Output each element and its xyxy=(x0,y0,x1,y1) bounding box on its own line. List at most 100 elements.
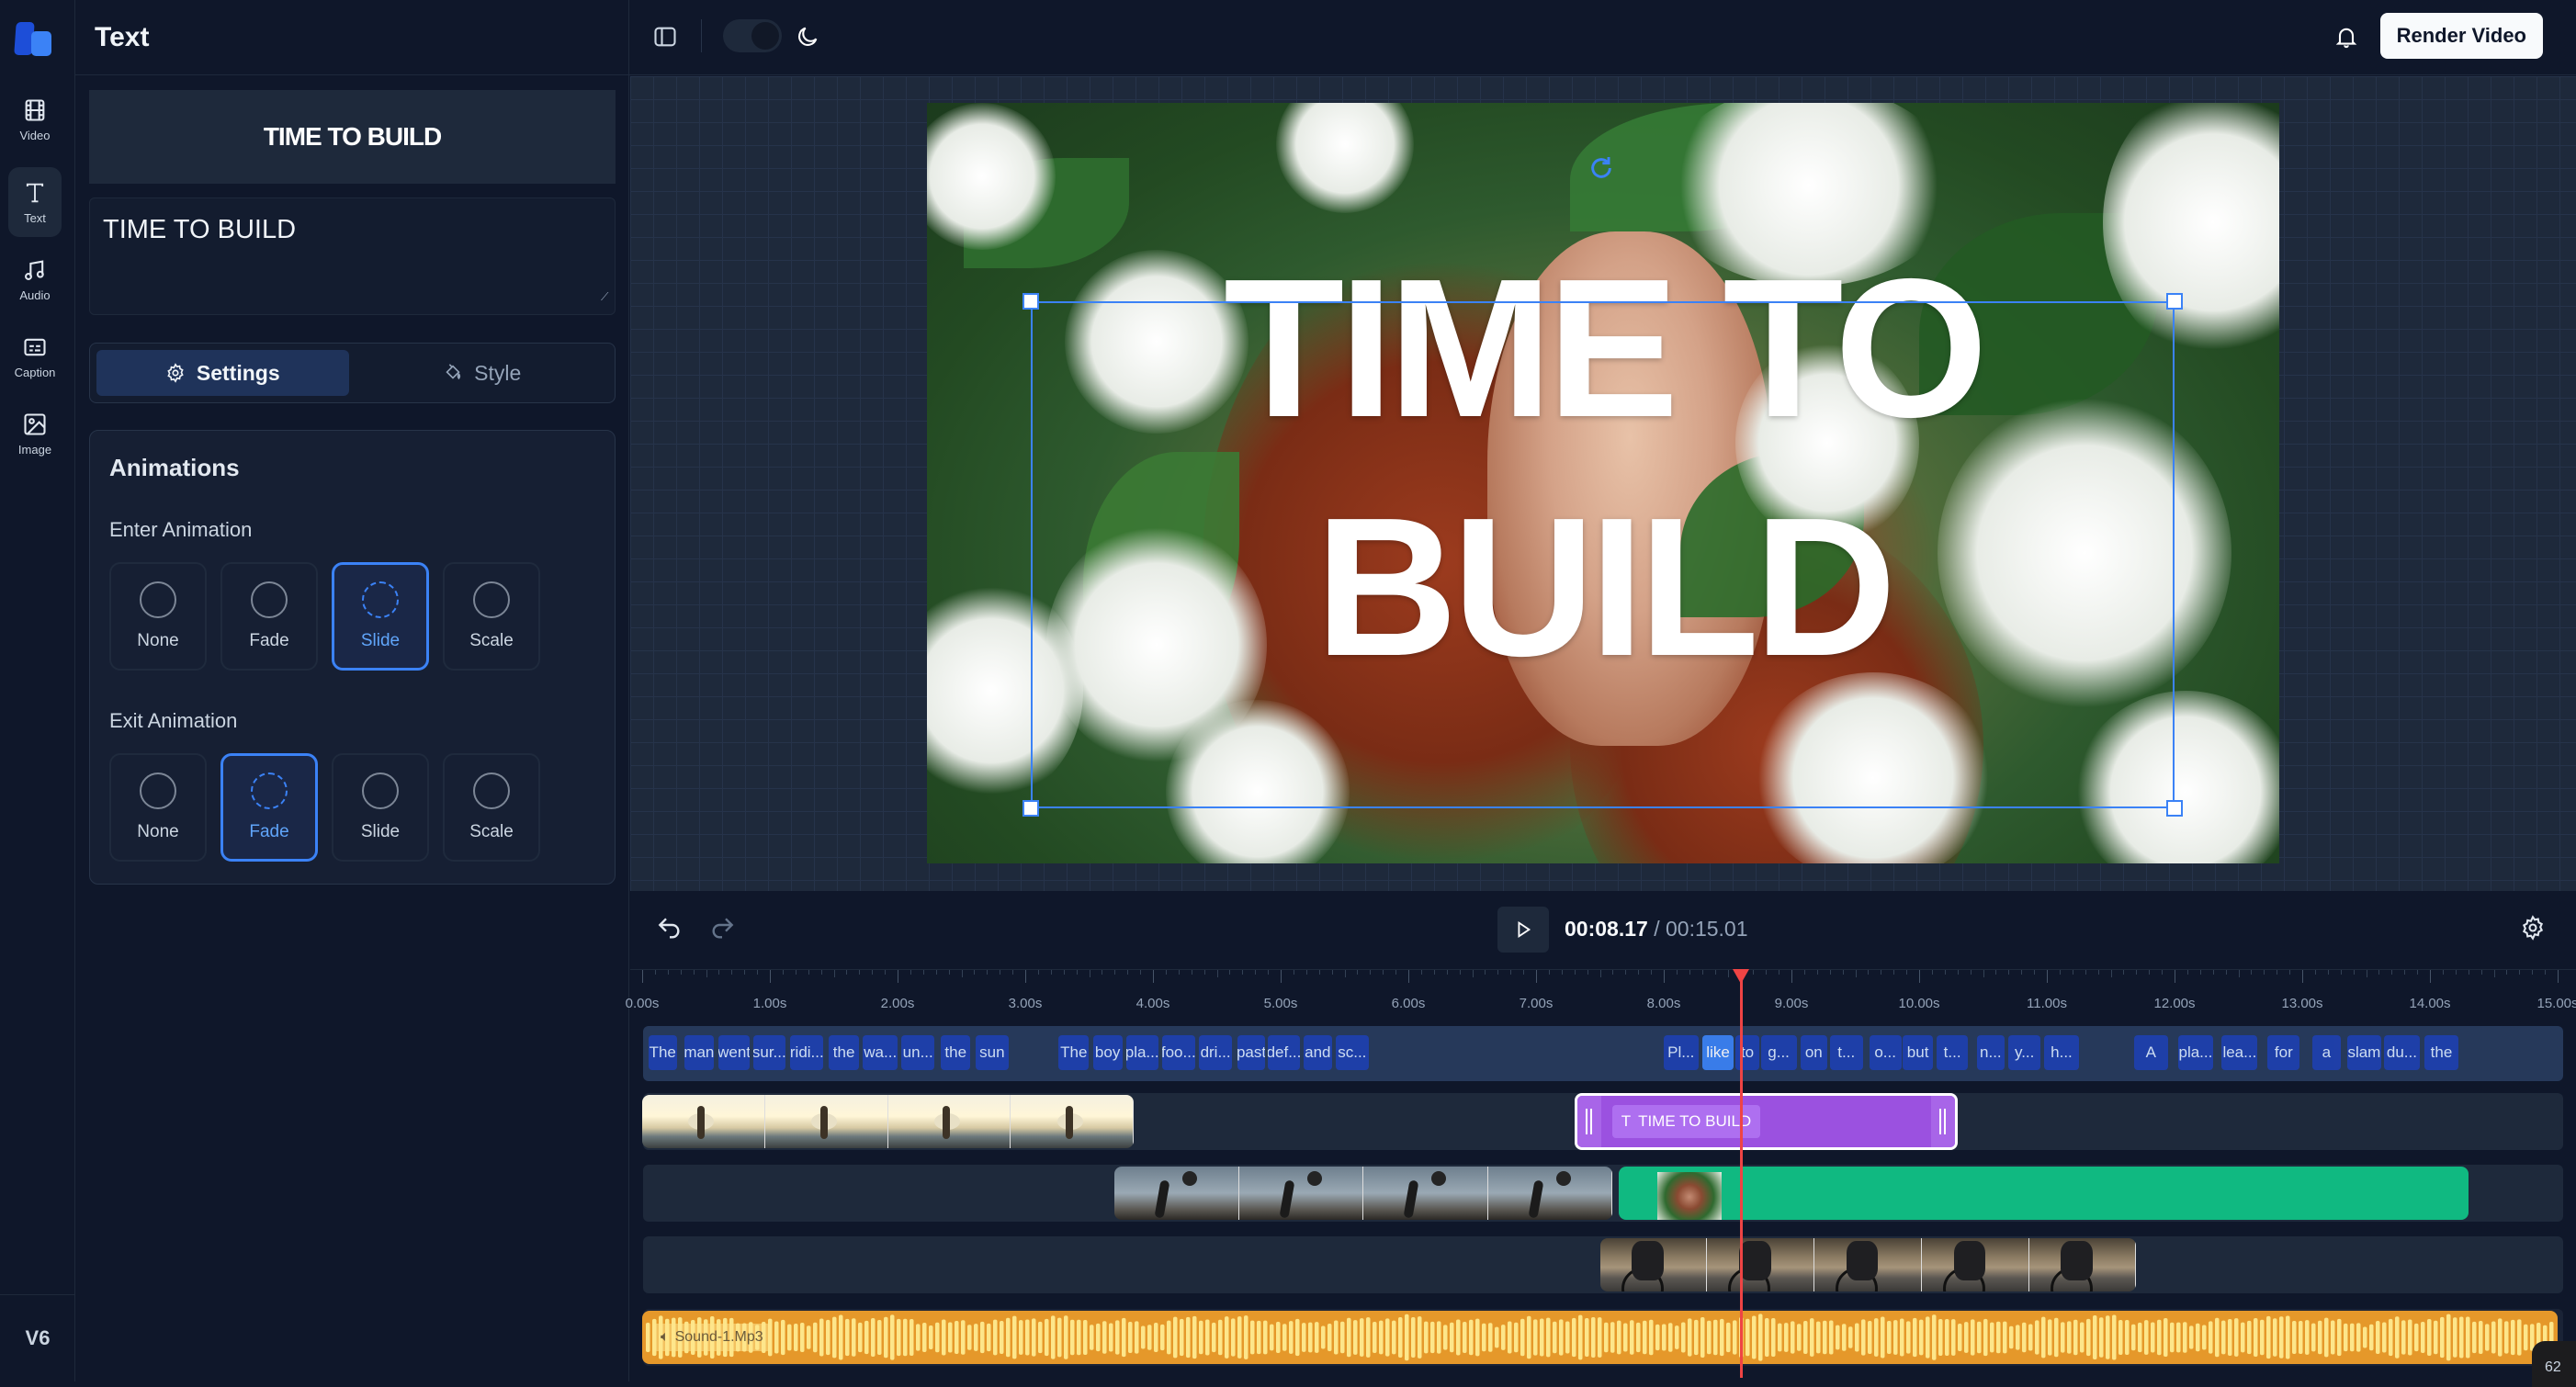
resize-grip-icon[interactable]: ⟋ xyxy=(601,290,612,303)
undo-icon[interactable] xyxy=(655,914,684,943)
bell-icon[interactable] xyxy=(2333,24,2359,50)
waveform-bar xyxy=(1456,1319,1461,1356)
divider xyxy=(701,19,702,52)
caption-word[interactable]: for xyxy=(2267,1035,2300,1070)
caption-word[interactable]: g... xyxy=(1760,1035,1797,1070)
redo-icon[interactable] xyxy=(707,914,737,943)
caption-word[interactable]: slam xyxy=(2346,1035,2382,1070)
caption-word[interactable]: went xyxy=(718,1035,750,1070)
caption-word[interactable]: the xyxy=(828,1035,860,1070)
resize-handle-top-left[interactable] xyxy=(1022,293,1039,310)
caption-word[interactable]: boy xyxy=(1092,1035,1123,1070)
toggle-sidebar-icon[interactable] xyxy=(652,24,678,50)
caption-word[interactable]: t... xyxy=(1937,1035,1968,1070)
caption-word[interactable]: def... xyxy=(1268,1035,1300,1070)
caption-word[interactable]: wa... xyxy=(863,1035,898,1070)
caption-word[interactable]: sc... xyxy=(1335,1035,1369,1070)
ruler-label: 1.00s xyxy=(752,996,787,1011)
waveform-bar xyxy=(1212,1322,1216,1353)
caption-word[interactable]: The xyxy=(648,1035,677,1070)
video-clip[interactable] xyxy=(1114,1167,1613,1220)
text-clip[interactable]: T TIME TO BUILD xyxy=(1574,1093,1958,1150)
caption-word[interactable]: past xyxy=(1237,1035,1266,1070)
image-clip[interactable] xyxy=(1619,1167,2469,1220)
trim-handle-left[interactable] xyxy=(1576,1096,1601,1147)
video-clip[interactable] xyxy=(642,1095,1135,1148)
caption-word[interactable]: the xyxy=(2424,1035,2458,1070)
ruler-tick xyxy=(1893,970,1895,975)
selection-box[interactable] xyxy=(1031,301,2175,808)
caption-word[interactable]: a xyxy=(2312,1035,2341,1070)
exit-option-fade[interactable]: Fade xyxy=(220,753,318,862)
caption-word[interactable]: lea... xyxy=(2221,1035,2258,1070)
caption-word[interactable]: ridi... xyxy=(790,1035,824,1070)
video-clip[interactable] xyxy=(1599,1238,2137,1291)
caption-word[interactable]: sur... xyxy=(752,1035,785,1070)
resize-handle-top-right[interactable] xyxy=(2166,293,2183,310)
tab-style[interactable]: Style xyxy=(356,350,609,396)
waveform-bar xyxy=(1559,1319,1564,1356)
caption-word[interactable]: du... xyxy=(2383,1035,2420,1070)
moon-icon[interactable] xyxy=(795,24,820,50)
caption-word[interactable]: A xyxy=(2133,1035,2169,1070)
caption-word[interactable]: pla... xyxy=(1125,1035,1158,1070)
waveform-bar xyxy=(1623,1323,1628,1352)
rail-item-caption[interactable]: Caption xyxy=(8,321,62,391)
app-logo-icon[interactable] xyxy=(13,18,57,59)
caption-word[interactable]: sun xyxy=(975,1035,1009,1070)
caption-word[interactable]: Pl... xyxy=(1664,1035,1699,1070)
ruler-tick xyxy=(1701,970,1703,975)
caption-word[interactable]: The xyxy=(1058,1035,1090,1070)
exit-option-scale[interactable]: Scale xyxy=(443,753,540,862)
caption-word[interactable]: and xyxy=(1304,1035,1332,1070)
play-button[interactable] xyxy=(1497,907,1549,953)
ruler-tick xyxy=(1203,970,1205,975)
exit-option-slide[interactable]: Slide xyxy=(332,753,429,862)
tab-settings[interactable]: Settings xyxy=(96,350,349,396)
caption-word[interactable]: foo... xyxy=(1161,1035,1195,1070)
option-label: Slide xyxy=(360,822,401,841)
caption-word[interactable]: t... xyxy=(1829,1035,1863,1070)
caption-word[interactable]: but xyxy=(1902,1035,1934,1070)
caption-word[interactable]: pla... xyxy=(2178,1035,2213,1070)
waveform-bar xyxy=(1771,1318,1776,1357)
ruler-tick xyxy=(1689,970,1690,975)
caption-word[interactable]: h... xyxy=(2044,1035,2079,1070)
video-preview[interactable]: TIME TO BUILD xyxy=(927,103,2279,863)
resize-handle-bottom-right[interactable] xyxy=(2166,800,2183,817)
playhead[interactable] xyxy=(1733,969,1750,1378)
caption-word[interactable]: to xyxy=(1734,1035,1760,1070)
rail-item-video[interactable]: Video xyxy=(8,85,62,154)
waveform-bar xyxy=(1514,1322,1519,1353)
waveform-bar xyxy=(2118,1320,2123,1355)
caption-word[interactable]: the xyxy=(941,1035,971,1070)
exit-option-none[interactable]: None xyxy=(109,753,207,862)
time-ruler[interactable]: 0.00s 1.00s 2.00s 3.00s 4.00s 5.00s 6.00s 7.00s… xyxy=(626,969,2576,1024)
text-content-input[interactable] xyxy=(89,197,616,315)
caption-word[interactable]: n... xyxy=(1976,1035,2005,1070)
enter-option-slide[interactable]: Slide xyxy=(332,562,429,671)
caption-word[interactable]: like xyxy=(1701,1035,1734,1070)
timeline-settings-gear-icon[interactable] xyxy=(2520,915,2546,941)
theme-toggle[interactable] xyxy=(723,19,782,52)
rotate-handle-icon[interactable] xyxy=(1587,153,1616,183)
caption-word[interactable]: dri... xyxy=(1199,1035,1233,1070)
rail-item-audio[interactable]: Audio xyxy=(8,244,62,314)
ruler-label: 2.00s xyxy=(880,996,915,1011)
enter-option-scale[interactable]: Scale xyxy=(443,562,540,671)
render-video-button[interactable]: Render Video xyxy=(2379,13,2543,59)
waveform-bar xyxy=(1887,1321,1892,1354)
caption-word[interactable]: o... xyxy=(1869,1035,1902,1070)
caption-word[interactable]: man xyxy=(684,1035,714,1070)
caption-word[interactable]: y... xyxy=(2008,1035,2041,1070)
trim-handle-right[interactable] xyxy=(1930,1096,1955,1147)
enter-option-none[interactable]: None xyxy=(109,562,207,671)
audio-clip[interactable]: 🔈︎ Sound-1.Mp3 xyxy=(642,1311,2558,1364)
caption-word[interactable]: un... xyxy=(901,1035,935,1070)
text-preset-preview[interactable]: TIME TO BUILD xyxy=(89,90,616,184)
resize-handle-bottom-left[interactable] xyxy=(1022,800,1039,817)
enter-option-fade[interactable]: Fade xyxy=(220,562,318,671)
rail-item-image[interactable]: Image xyxy=(8,399,62,468)
caption-word[interactable]: on xyxy=(1800,1035,1827,1070)
rail-item-text[interactable]: Text xyxy=(8,167,62,237)
